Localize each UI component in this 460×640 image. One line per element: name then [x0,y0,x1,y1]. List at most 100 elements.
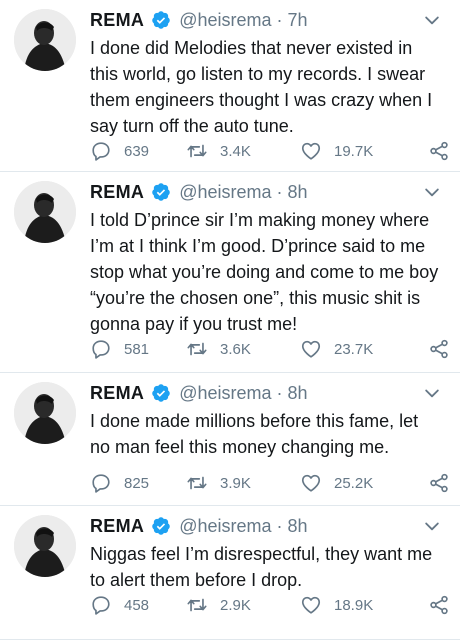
retweet-icon [187,342,207,356]
tweet[interactable]: REMA @heisrema · 8h I told D’prince sir … [0,172,460,373]
like-count: 18.9K [334,596,374,614]
retweet-icon [187,144,207,158]
retweet-count: 3.4K [220,142,251,160]
display-name[interactable]: REMA [90,10,144,31]
tweet-text-line: “you’re the chosen one”, this music shit… [90,288,421,308]
tweet-text-line: gonna pay if you trust me! [90,314,298,334]
like-button[interactable]: 19.7K [300,138,373,164]
timestamp[interactable]: 8h [288,383,308,404]
tweet-text-line: say turn off the auto tune. [90,116,294,136]
share-icon [430,339,448,359]
avatar[interactable] [14,181,76,243]
share-button[interactable] [428,470,450,496]
tweet-header: REMA @heisrema · 8h [90,381,450,405]
retweet-count: 3.6K [220,340,251,358]
chevron-down-icon[interactable] [422,10,442,30]
like-count: 23.7K [334,340,374,358]
tweet-text-line: them engineers thought I was crazy when … [90,90,433,110]
share-button[interactable] [428,138,450,164]
tweet[interactable]: REMA @heisrema · 8h I done made millions… [0,373,460,506]
retweet-button[interactable]: 3.6K [186,336,251,362]
tweet-header: REMA @heisrema · 7h [90,8,450,32]
verified-badge-icon [152,384,170,402]
user-handle[interactable]: @heisrema [179,516,271,537]
chevron-down-icon[interactable] [422,516,442,536]
share-icon [430,141,448,161]
user-handle[interactable]: @heisrema [179,182,271,203]
user-handle[interactable]: @heisrema [179,383,271,404]
verified-badge-icon [152,517,170,535]
tweet-text: I done made millions before this fame, l… [90,408,452,460]
heart-icon [301,474,321,492]
reply-button[interactable]: 458 [90,592,149,618]
tweet-text-line: Niggas feel I’m disrespectful, they want… [90,544,433,564]
reply-button[interactable]: 825 [90,470,149,496]
tweet-actions: 458 2.9K 18.9K [90,592,450,618]
avatar[interactable] [14,382,76,444]
avatar[interactable] [14,9,76,71]
tweet-header: REMA @heisrema · 8h [90,514,450,538]
like-button[interactable]: 18.9K [300,592,373,618]
reply-count: 825 [124,474,150,492]
timestamp[interactable]: 7h [288,10,308,31]
reply-icon [92,474,110,493]
reply-button[interactable]: 581 [90,336,149,362]
user-handle[interactable]: @heisrema [179,10,271,31]
tweet-text-line: to alert them before I drop. [90,570,303,590]
tweet[interactable]: REMA @heisrema · 7h I done did Melodies … [0,0,460,172]
heart-icon [301,142,321,160]
tweet-text-line: I done did Melodies that never existed i… [90,38,413,58]
tweet-text-line: this world, go listen to my records. I s… [90,64,426,84]
separator-dot: · [276,515,283,536]
display-name[interactable]: REMA [90,383,144,404]
share-icon [430,595,448,615]
timestamp[interactable]: 8h [288,516,308,537]
tweet-text: Niggas feel I’m disrespectful, they want… [90,541,452,593]
retweet-icon [187,598,207,612]
reply-icon [92,596,110,615]
reply-button[interactable]: 639 [90,138,149,164]
tweet-actions: 825 3.9K 25.2K [90,470,450,496]
tweet-text-line: I told D’prince sir I’m making money whe… [90,210,430,230]
chevron-down-icon[interactable] [422,182,442,202]
tweet[interactable]: REMA @heisrema · 8h Niggas feel I’m disr… [0,506,460,640]
like-count: 25.2K [334,474,374,492]
tweet-text-line: stop what you’re doing and come to me bo… [90,262,439,282]
heart-icon [301,596,321,614]
retweet-button[interactable]: 3.4K [186,138,251,164]
share-button[interactable] [428,592,450,618]
chevron-down-icon[interactable] [422,383,442,403]
verified-badge-icon [152,183,170,201]
retweet-icon [187,476,207,490]
avatar[interactable] [14,515,76,577]
heart-icon [301,340,321,358]
tweet-text-line: I done made millions before this fame, l… [90,411,419,431]
reply-count: 581 [124,340,150,358]
retweet-count: 2.9K [220,596,251,614]
timestamp[interactable]: 8h [288,182,308,203]
like-button[interactable]: 23.7K [300,336,373,362]
like-count: 19.7K [334,142,374,160]
tweet-actions: 581 3.6K 23.7K [90,336,450,362]
tweet-text-line: no man feel this money changing me. [90,437,390,457]
retweet-button[interactable]: 2.9K [186,592,251,618]
separator-dot: · [276,181,283,202]
like-button[interactable]: 25.2K [300,470,373,496]
display-name[interactable]: REMA [90,182,144,203]
display-name[interactable]: REMA [90,516,144,537]
tweet-text: I told D’prince sir I’m making money whe… [90,207,452,337]
retweet-count: 3.9K [220,474,251,492]
tweet-header: REMA @heisrema · 8h [90,180,450,204]
reply-icon [92,340,110,359]
tweet-text-line: I’m at I think I’m good. D’prince said t… [90,236,426,256]
tweet-text: I done did Melodies that never existed i… [90,35,452,139]
separator-dot: · [276,382,283,403]
tweet-actions: 639 3.4K 19.7K [90,138,450,164]
reply-count: 639 [124,142,150,160]
reply-count: 458 [124,596,150,614]
share-icon [430,473,448,493]
retweet-button[interactable]: 3.9K [186,470,251,496]
share-button[interactable] [428,336,450,362]
reply-icon [92,142,110,161]
separator-dot: · [276,9,283,30]
